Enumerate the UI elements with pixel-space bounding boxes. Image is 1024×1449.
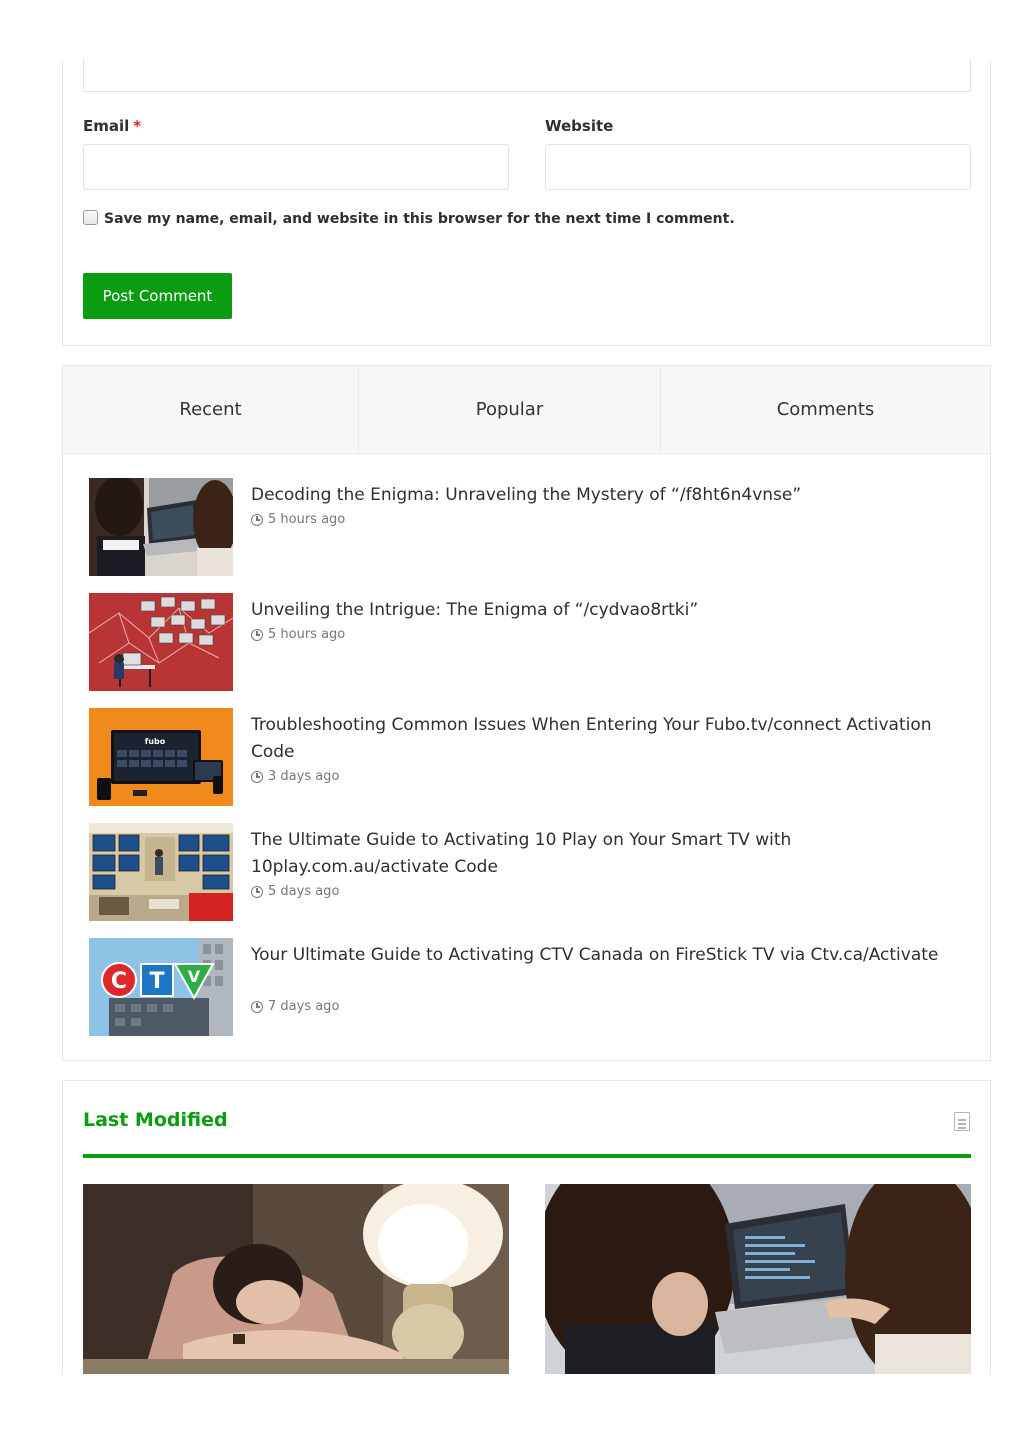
post-time-text: 7 days ago bbox=[268, 999, 340, 1014]
list-item[interactable]: fubo Troubleshooting Common Issues When … bbox=[89, 708, 969, 808]
post-title[interactable]: Your Ultimate Guide to Activating CTV Ca… bbox=[251, 942, 951, 969]
post-image[interactable] bbox=[83, 1184, 509, 1374]
thumbnail-women-laptop bbox=[89, 478, 233, 576]
ctv-letter-t: T bbox=[149, 969, 164, 994]
post-time-text: 5 hours ago bbox=[268, 512, 346, 527]
clock-icon bbox=[251, 770, 263, 783]
post-title[interactable]: Troubleshooting Common Issues When Enter… bbox=[251, 712, 951, 766]
website-label: Website bbox=[545, 117, 614, 135]
save-info-label: Save my name, email, and website in this… bbox=[104, 211, 735, 227]
post-time: 7 days ago bbox=[251, 999, 339, 1014]
save-info-checkbox[interactable] bbox=[83, 210, 98, 225]
ctv-letter-v: V bbox=[188, 967, 201, 986]
post-thumbnail[interactable] bbox=[89, 823, 233, 921]
save-info-row: Save my name, email, and website in this… bbox=[83, 210, 735, 227]
clock-icon bbox=[251, 885, 263, 898]
post-title[interactable]: Unveiling the Intrigue: The Enigma of “/… bbox=[251, 597, 951, 624]
clock-icon bbox=[251, 513, 263, 526]
post-thumbnail[interactable]: fubo bbox=[89, 708, 233, 806]
post-time: 5 days ago bbox=[251, 884, 339, 899]
thumbnail-network-computers bbox=[89, 593, 233, 691]
post-time-text: 5 hours ago bbox=[268, 627, 346, 642]
post-comment-button[interactable]: Post Comment bbox=[83, 273, 232, 319]
fubo-logo-text: fubo bbox=[145, 737, 166, 746]
last-modified-widget: Last Modified bbox=[62, 1080, 991, 1374]
post-image[interactable] bbox=[545, 1184, 971, 1374]
post-thumbnail[interactable] bbox=[89, 593, 233, 691]
clock-icon bbox=[251, 628, 263, 641]
posts-tabs-widget: Recent Popular Comments Decoding the Eni… bbox=[62, 365, 991, 1061]
list-item[interactable]: Decoding the Enigma: Unraveling the Myst… bbox=[89, 478, 969, 578]
post-thumbnail[interactable]: C T V bbox=[89, 938, 233, 1036]
thumbnail-fubo-devices: fubo bbox=[89, 708, 233, 806]
image-sleeping-woman bbox=[83, 1184, 509, 1374]
tab-popular[interactable]: Popular bbox=[359, 366, 661, 453]
tab-recent[interactable]: Recent bbox=[63, 366, 359, 453]
email-label-text: Email bbox=[83, 117, 130, 135]
list-item[interactable]: Unveiling the Intrigue: The Enigma of “/… bbox=[89, 593, 969, 693]
clock-icon bbox=[251, 1000, 263, 1013]
image-women-laptop bbox=[545, 1184, 971, 1374]
email-label: Email * bbox=[83, 117, 141, 135]
post-time: 5 hours ago bbox=[251, 627, 345, 642]
tab-comments[interactable]: Comments bbox=[661, 366, 990, 453]
post-time: 5 hours ago bbox=[251, 512, 345, 527]
website-field[interactable] bbox=[545, 144, 971, 190]
thumbnail-tv-showroom bbox=[89, 823, 233, 921]
section-divider bbox=[83, 1154, 971, 1158]
post-time-text: 3 days ago bbox=[268, 769, 340, 784]
required-mark: * bbox=[133, 117, 142, 135]
tab-bar: Recent Popular Comments bbox=[63, 366, 990, 454]
list-item[interactable]: C T V Your Ultimate Guide to Activating … bbox=[89, 938, 969, 1038]
document-icon bbox=[954, 1112, 970, 1131]
thumbnail-ctv-sign: C T V bbox=[89, 938, 233, 1036]
list-item[interactable]: The Ultimate Guide to Activating 10 Play… bbox=[89, 823, 969, 923]
email-field[interactable] bbox=[83, 144, 509, 190]
post-title[interactable]: Decoding the Enigma: Unraveling the Myst… bbox=[251, 482, 951, 509]
post-title[interactable]: The Ultimate Guide to Activating 10 Play… bbox=[251, 827, 951, 881]
ctv-letter-c: C bbox=[111, 969, 127, 994]
comment-form: Email * Website Save my name, email, and … bbox=[62, 60, 991, 346]
post-thumbnail[interactable] bbox=[89, 478, 233, 576]
comment-textarea[interactable] bbox=[83, 60, 971, 92]
post-time: 3 days ago bbox=[251, 769, 339, 784]
section-title: Last Modified bbox=[83, 1109, 228, 1131]
post-time-text: 5 days ago bbox=[268, 884, 340, 899]
